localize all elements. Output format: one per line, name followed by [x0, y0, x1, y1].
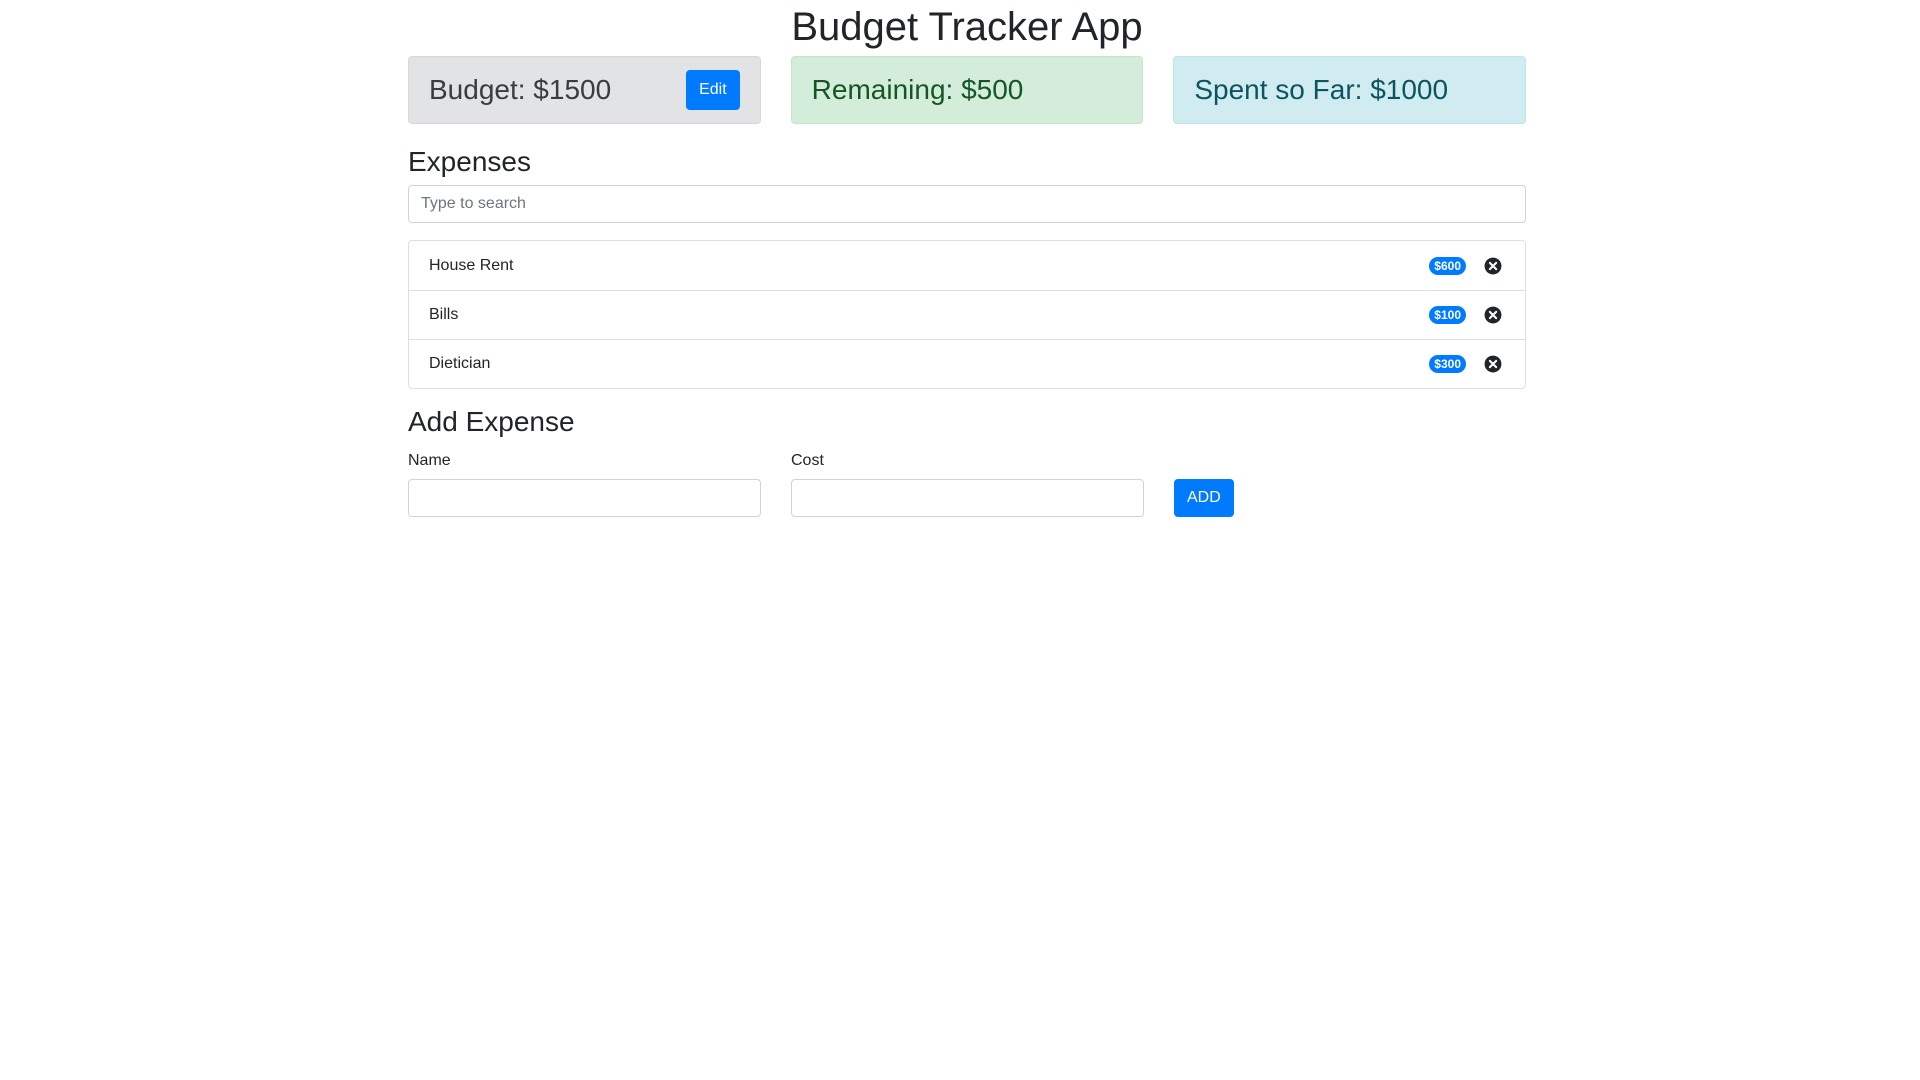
cost-label: Cost — [791, 452, 824, 469]
close-circle-icon[interactable] — [1484, 355, 1502, 373]
expense-name: House Rent — [429, 256, 514, 274]
add-expense-heading: Add Expense — [408, 406, 575, 437]
list-item: Bills $100 — [409, 290, 1525, 339]
close-circle-icon[interactable] — [1484, 306, 1502, 324]
edit-budget-button[interactable]: Edit — [686, 70, 740, 110]
page-title: Budget Tracker App — [791, 5, 1143, 49]
remaining-label: Remaining: $500 — [811, 74, 1024, 105]
remaining-card: Remaining: $500 — [790, 56, 1144, 124]
expenses-heading: Expenses — [408, 146, 531, 177]
expense-cost-badge: $600 — [1429, 256, 1466, 275]
list-item: House Rent $600 — [409, 241, 1525, 290]
spent-label: Spent so Far: $1000 — [1194, 74, 1449, 105]
expense-cost-badge: $300 — [1429, 355, 1466, 373]
budget-label: Budget: $1500 — [429, 74, 612, 105]
budget-card: Budget: $1500 Edit — [408, 56, 761, 124]
app-container: Budget Tracker App Budget: $1500 Edit Re… — [408, 0, 1527, 517]
spent-card: Spent so Far: $1000 — [1173, 56, 1527, 124]
expense-name: Dietician — [429, 355, 491, 372]
list-item: Dietician $300 — [409, 339, 1525, 388]
expense-list: House Rent $600 Bills $100 Dietician $30… — [408, 240, 1526, 389]
add-expense-form: Name Cost ADD — [408, 451, 1526, 517]
expense-cost-badge: $100 — [1429, 306, 1466, 324]
close-circle-icon[interactable] — [1484, 257, 1502, 275]
name-label: Name — [408, 452, 451, 469]
add-expense-button[interactable]: ADD — [1174, 479, 1234, 517]
name-field[interactable] — [408, 479, 761, 517]
summary-row: Budget: $1500 Edit Remaining: $500 Spent… — [408, 56, 1527, 124]
expense-name: Bills — [429, 306, 459, 323]
cost-field[interactable] — [791, 479, 1144, 517]
search-input[interactable] — [408, 185, 1526, 223]
